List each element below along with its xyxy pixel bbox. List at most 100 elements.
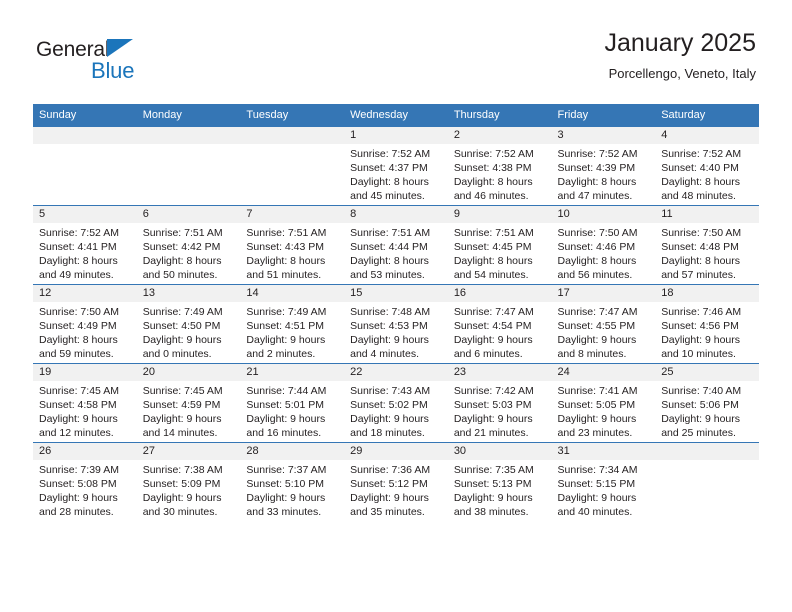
calendar-day-cell[interactable]: 4 Sunrise: 7:52 AM Sunset: 4:40 PM Daylight… xyxy=(655,127,759,206)
calendar-day-cell[interactable]: 25 Sunrise: 7:40 AM Sunset: 5:06 PM Dayligh… xyxy=(655,363,759,443)
day-details: Sunrise: 7:51 AM Sunset: 4:44 PM Daylight:… xyxy=(344,223,448,282)
sunrise-text: Sunrise: 7:51 AM xyxy=(350,227,431,239)
daylight-text-line2: and 28 minutes. xyxy=(39,506,114,518)
weekday-header-wednesday: Wednesday xyxy=(344,104,448,127)
day-number: 28 xyxy=(240,443,345,460)
calendar-day-cell[interactable]: 20 Sunrise: 7:45 AM Sunset: 4:59 PM Dayligh… xyxy=(136,363,241,443)
daylight-text-line1: Daylight: 8 hours xyxy=(350,255,429,267)
daylight-text-line1: Daylight: 8 hours xyxy=(453,176,533,188)
calendar-day-cell[interactable]: 21 Sunrise: 7:44 AM Sunset: 5:01 PM Dayligh… xyxy=(240,363,345,443)
sunset-text: Sunset: 4:41 PM xyxy=(39,241,117,253)
day-details: Sunrise: 7:37 AM Sunset: 5:10 PM Daylight:… xyxy=(240,460,344,519)
page-title: January 2025 xyxy=(604,29,756,57)
sunrise-text: Sunrise: 7:34 AM xyxy=(557,464,638,476)
sunrise-text: Sunrise: 7:49 AM xyxy=(246,306,327,318)
calendar-day-cell[interactable]: 26 Sunrise: 7:39 AM Sunset: 5:08 PM Dayligh… xyxy=(33,442,137,521)
day-number: 25 xyxy=(655,364,759,381)
calendar-day-cell[interactable]: 8 Sunrise: 7:51 AM Sunset: 4:44 PM Daylight… xyxy=(344,205,448,285)
weekday-header-tuesday: Tuesday xyxy=(240,104,345,127)
day-details: Sunrise: 7:49 AM Sunset: 4:51 PM Daylight:… xyxy=(240,302,344,361)
weekday-header-saturday: Saturday xyxy=(655,104,759,127)
calendar-day-cell[interactable]: 17 Sunrise: 7:47 AM Sunset: 4:55 PM Dayligh… xyxy=(551,284,656,364)
daylight-text-line2: and 16 minutes. xyxy=(246,427,322,439)
sunrise-text: Sunrise: 7:38 AM xyxy=(142,464,223,476)
day-details: Sunrise: 7:49 AM Sunset: 4:50 PM Daylight:… xyxy=(137,302,241,361)
calendar-day-cell[interactable]: 15 Sunrise: 7:48 AM Sunset: 4:53 PM Dayligh… xyxy=(344,284,448,364)
page-header: General Blue January 2025 Porcellengo, V… xyxy=(0,0,792,100)
daylight-text-line1: Daylight: 9 hours xyxy=(350,413,429,425)
daylight-text-line1: Daylight: 9 hours xyxy=(557,334,637,346)
calendar-day-cell[interactable]: 1 Sunrise: 7:52 AM Sunset: 4:37 PM Daylight… xyxy=(344,127,448,206)
day-number: 13 xyxy=(136,285,241,302)
calendar-day-cell[interactable]: 9 Sunrise: 7:51 AM Sunset: 4:45 PM Daylight… xyxy=(447,205,552,285)
calendar-week-row: 12 Sunrise: 7:50 AM Sunset: 4:49 PM Dayligh… xyxy=(33,284,759,364)
day-number: 6 xyxy=(136,206,241,223)
day-details xyxy=(33,144,137,147)
day-details: Sunrise: 7:35 AM Sunset: 5:13 PM Daylight:… xyxy=(448,460,552,519)
day-number: 19 xyxy=(33,364,137,381)
sunrise-text: Sunrise: 7:41 AM xyxy=(557,385,638,397)
day-details: Sunrise: 7:34 AM Sunset: 5:15 PM Daylight:… xyxy=(552,460,656,519)
calendar-day-cell[interactable]: 23 Sunrise: 7:42 AM Sunset: 5:03 PM Dayligh… xyxy=(447,363,552,443)
sunset-text: Sunset: 4:49 PM xyxy=(39,320,117,332)
daylight-text-line2: and 0 minutes. xyxy=(142,348,212,360)
day-details: Sunrise: 7:50 AM Sunset: 4:46 PM Daylight:… xyxy=(552,223,656,282)
calendar-day-cell[interactable]: 30 Sunrise: 7:35 AM Sunset: 5:13 PM Dayligh… xyxy=(447,442,552,521)
calendar-day-cell[interactable]: 6 Sunrise: 7:51 AM Sunset: 4:42 PM Daylight… xyxy=(136,205,241,285)
daylight-text-line1: Daylight: 9 hours xyxy=(661,413,741,425)
calendar-day-cell[interactable]: 22 Sunrise: 7:43 AM Sunset: 5:02 PM Dayligh… xyxy=(344,363,448,443)
daylight-text-line2: and 33 minutes. xyxy=(246,506,322,518)
day-number: 16 xyxy=(447,285,552,302)
calendar-day-cell[interactable]: 14 Sunrise: 7:49 AM Sunset: 4:51 PM Dayligh… xyxy=(240,284,345,364)
daylight-text-line1: Daylight: 9 hours xyxy=(453,492,533,504)
day-number: 12 xyxy=(33,285,137,302)
daylight-text-line1: Daylight: 9 hours xyxy=(453,334,533,346)
day-details: Sunrise: 7:50 AM Sunset: 4:48 PM Daylight:… xyxy=(655,223,759,282)
calendar-day-cell[interactable]: 16 Sunrise: 7:47 AM Sunset: 4:54 PM Dayligh… xyxy=(447,284,552,364)
sunset-text: Sunset: 4:39 PM xyxy=(557,162,636,174)
calendar-day-cell[interactable]: 13 Sunrise: 7:49 AM Sunset: 4:50 PM Dayligh… xyxy=(136,284,241,364)
sunset-text: Sunset: 4:45 PM xyxy=(453,241,532,253)
calendar-day-cell[interactable]: 24 Sunrise: 7:41 AM Sunset: 5:05 PM Dayligh… xyxy=(551,363,656,443)
calendar-day-cell[interactable]: 7 Sunrise: 7:51 AM Sunset: 4:43 PM Daylight… xyxy=(240,205,345,285)
day-number: 7 xyxy=(240,206,345,223)
day-number: 23 xyxy=(447,364,552,381)
calendar-day-cell[interactable]: 3 Sunrise: 7:52 AM Sunset: 4:39 PM Daylight… xyxy=(551,127,656,206)
calendar-day-cell-empty xyxy=(240,127,345,206)
sunset-text: Sunset: 4:40 PM xyxy=(661,162,739,174)
calendar-day-cell[interactable]: 31 Sunrise: 7:34 AM Sunset: 5:15 PM Dayligh… xyxy=(551,442,656,521)
calendar-day-cell[interactable]: 10 Sunrise: 7:50 AM Sunset: 4:46 PM Dayligh… xyxy=(551,205,656,285)
calendar-day-cell[interactable]: 28 Sunrise: 7:37 AM Sunset: 5:10 PM Dayligh… xyxy=(240,442,345,521)
calendar-week-row: 19 Sunrise: 7:45 AM Sunset: 4:58 PM Dayligh… xyxy=(33,363,759,443)
daylight-text-line1: Daylight: 9 hours xyxy=(246,492,326,504)
calendar-day-cell[interactable]: 27 Sunrise: 7:38 AM Sunset: 5:09 PM Dayligh… xyxy=(136,442,241,521)
sunrise-text: Sunrise: 7:44 AM xyxy=(246,385,327,397)
calendar-day-cell[interactable]: 2 Sunrise: 7:52 AM Sunset: 4:38 PM Daylight… xyxy=(447,127,552,206)
logo-text-blue: Blue xyxy=(91,58,135,83)
sunset-text: Sunset: 4:55 PM xyxy=(557,320,636,332)
calendar-day-cell[interactable]: 12 Sunrise: 7:50 AM Sunset: 4:49 PM Dayligh… xyxy=(33,284,137,364)
day-details: Sunrise: 7:38 AM Sunset: 5:09 PM Daylight:… xyxy=(137,460,241,519)
day-details: Sunrise: 7:43 AM Sunset: 5:02 PM Daylight:… xyxy=(344,381,448,440)
day-details: Sunrise: 7:36 AM Sunset: 5:12 PM Daylight:… xyxy=(344,460,448,519)
calendar-day-cell[interactable]: 18 Sunrise: 7:46 AM Sunset: 4:56 PM Dayligh… xyxy=(655,284,759,364)
sunrise-text: Sunrise: 7:52 AM xyxy=(557,148,638,160)
calendar-day-cell[interactable]: 11 Sunrise: 7:50 AM Sunset: 4:48 PM Dayligh… xyxy=(655,205,759,285)
calendar-day-cell[interactable]: 19 Sunrise: 7:45 AM Sunset: 4:58 PM Dayligh… xyxy=(33,363,137,443)
daylight-text-line1: Daylight: 8 hours xyxy=(453,255,533,267)
sunrise-text: Sunrise: 7:48 AM xyxy=(350,306,431,318)
sunrise-text: Sunrise: 7:43 AM xyxy=(350,385,431,397)
day-details xyxy=(137,144,241,147)
daylight-text-line1: Daylight: 9 hours xyxy=(557,492,637,504)
calendar-day-cell[interactable]: 5 Sunrise: 7:52 AM Sunset: 4:41 PM Daylight… xyxy=(33,205,137,285)
daylight-text-line1: Daylight: 9 hours xyxy=(142,492,222,504)
calendar-day-cell[interactable]: 29 Sunrise: 7:36 AM Sunset: 5:12 PM Dayligh… xyxy=(344,442,448,521)
day-number: 18 xyxy=(655,285,759,302)
sunrise-text: Sunrise: 7:47 AM xyxy=(453,306,534,318)
day-details xyxy=(655,460,759,463)
daylight-text-line2: and 6 minutes. xyxy=(453,348,523,360)
sunset-text: Sunset: 4:42 PM xyxy=(142,241,221,253)
sunset-text: Sunset: 5:06 PM xyxy=(661,399,739,411)
day-details: Sunrise: 7:52 AM Sunset: 4:39 PM Daylight:… xyxy=(552,144,656,203)
day-number xyxy=(240,127,345,144)
